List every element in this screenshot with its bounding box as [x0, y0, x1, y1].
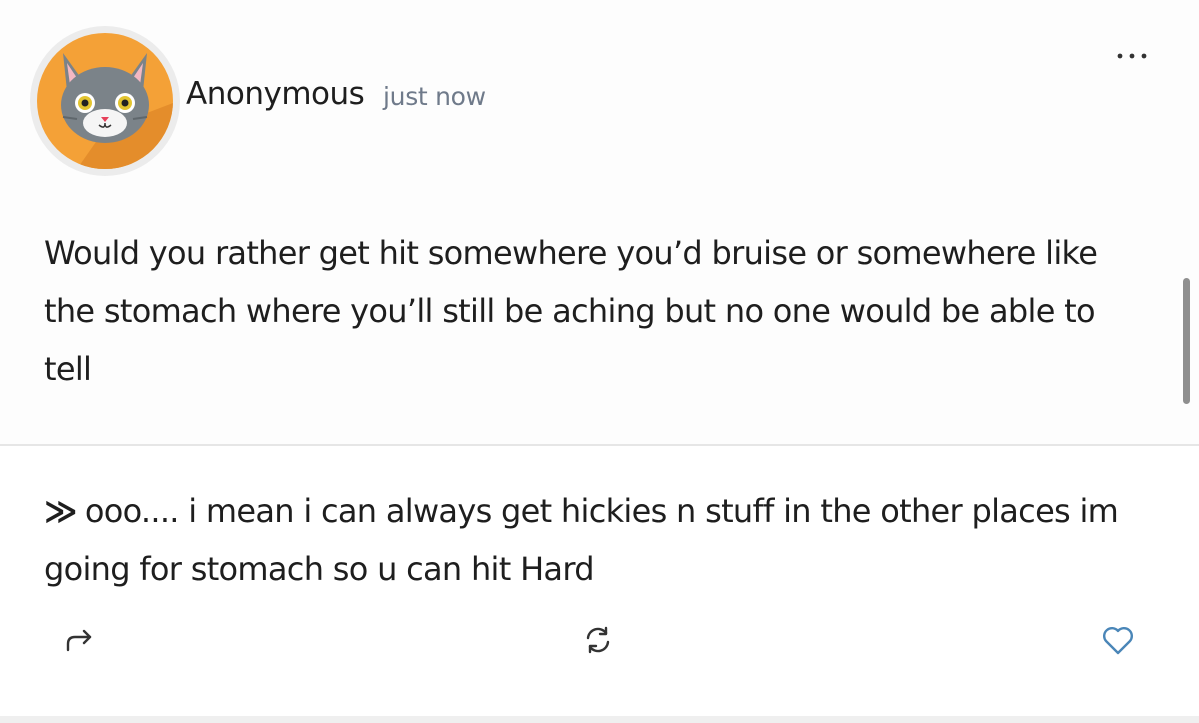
scrollbar[interactable] [1183, 278, 1190, 404]
question-text: Would you rather get hit somewhere you’d… [44, 234, 1098, 388]
share-arrow-icon[interactable] [60, 620, 100, 660]
question-section: Anonymous just now Would you rather get … [0, 0, 1199, 444]
answer-block: ≫ ooo.... i mean i can always get hickies… [44, 482, 1154, 598]
refresh-icon[interactable] [578, 620, 618, 660]
more-horizontal-icon[interactable] [1112, 46, 1152, 66]
heart-icon[interactable] [1098, 620, 1138, 660]
answer-text: ooo.... i mean i can always get hickies … [44, 492, 1119, 588]
author-name[interactable]: Anonymous [186, 76, 365, 112]
avatar[interactable] [30, 26, 180, 176]
post-timestamp: just now [383, 82, 486, 111]
divider [0, 444, 1199, 446]
post-card: Anonymous just now Would you rather get … [0, 0, 1199, 723]
cat-avatar-image [37, 33, 173, 169]
bottom-border [0, 716, 1199, 723]
answer-marker: ≫ [44, 492, 78, 530]
